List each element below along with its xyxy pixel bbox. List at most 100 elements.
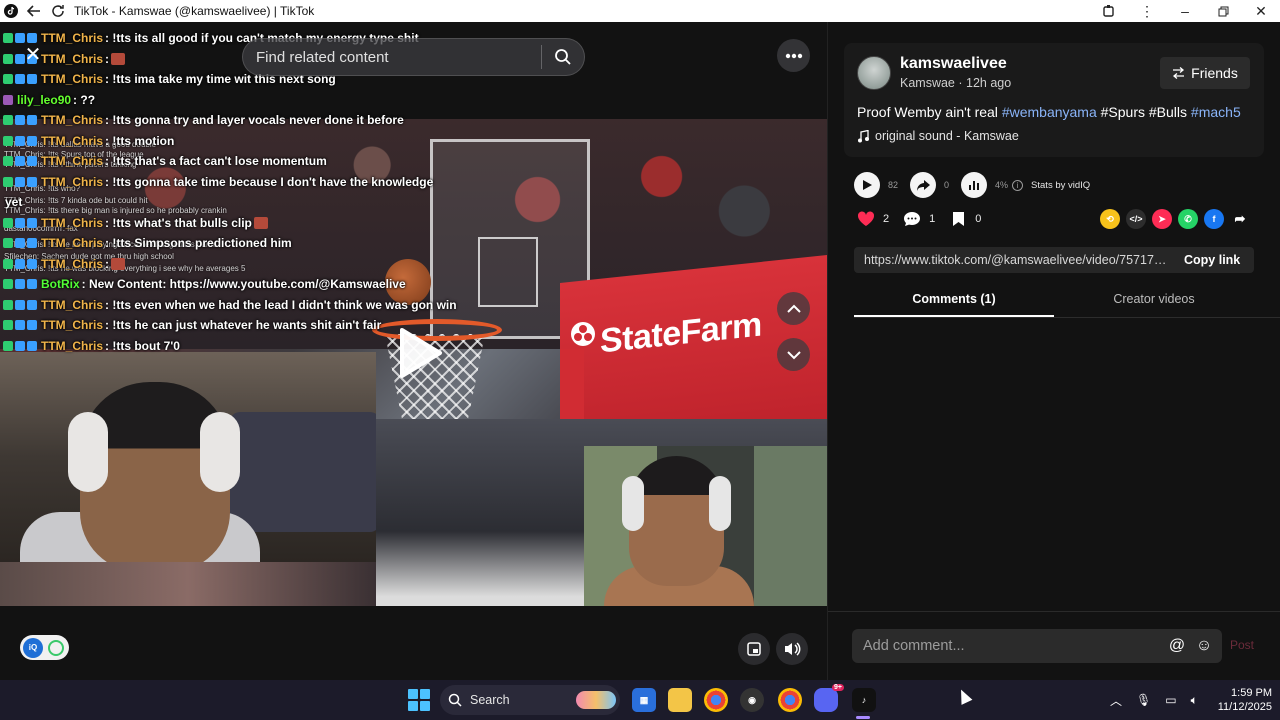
floating-player-button[interactable] [738,633,770,665]
chat-username: TTM_Chris [41,51,104,66]
engagement-rate: 4% [995,180,1009,190]
facebook-icon[interactable]: f [1204,209,1224,229]
previous-video-button[interactable] [777,292,810,325]
chat-message: TTM_Chris: !tts what's that bulls clip [0,213,470,234]
badge-icon [3,53,13,64]
play-icon[interactable] [390,324,448,382]
music-note-icon [858,129,869,142]
save-count: 0 [975,213,982,225]
chrome-profile-icon[interactable] [778,688,802,712]
menu-kebab-icon[interactable]: ⋮ [1128,0,1166,22]
chat-text: : [105,51,110,66]
badge-icon [3,74,13,85]
window-title: TikTok - Kamswae (@kamswaelivee) | TikTo… [74,4,315,18]
next-video-button[interactable] [777,338,810,371]
chat-badges [3,238,37,249]
chat-text: : !tts bout 7'0 [105,338,180,353]
extensions-icon[interactable] [1090,0,1128,22]
store-icon[interactable]: ▦ [632,688,656,712]
hashtag[interactable]: #Spurs [1101,104,1145,120]
badge-icon [15,33,25,44]
sound-link[interactable]: original sound - Kamswae [857,129,1019,143]
badge-icon [15,238,25,249]
post-button[interactable]: Post [1230,638,1254,652]
tiktok-app-icon [0,0,22,22]
vidiq-toggle[interactable]: iQ [20,635,69,660]
emoji-icon[interactable]: ☺ [1195,637,1213,655]
heart-icon[interactable] [856,209,876,229]
volume-button[interactable] [776,633,808,665]
chat-message: TTM_Chris: !tts motion [0,131,470,152]
embed-icon[interactable]: </> [1126,209,1146,229]
taskbar-clock[interactable]: 1:59 PM 11/12/2025 [1206,686,1272,714]
search-icon [448,693,462,707]
video-player[interactable]: StateFarm TTM_Chris: !tts dallas mavs a … [0,22,827,680]
speaker-icon[interactable]: 🔈︎ [1191,693,1198,708]
whatsapp-icon[interactable]: ✆ [1178,209,1198,229]
close-icon[interactable]: ✕ [22,44,44,66]
file-explorer-icon[interactable] [668,688,692,712]
chat-username: TTM_Chris [41,215,104,230]
badge-icon [3,299,13,310]
chat-username: TTM_Chris [41,133,104,148]
copy-link-button[interactable]: Copy link [1184,253,1240,267]
friends-button[interactable]: Friends [1160,57,1250,89]
badge-icon [27,74,37,85]
webcam-bottom-strip [0,562,376,606]
close-window-button[interactable]: ✕ [1242,0,1280,22]
hashtag[interactable]: #mach5 [1191,104,1241,120]
badge-icon [27,238,37,249]
badge-icon [3,279,13,290]
webcam-right [584,446,827,606]
tab-comments[interactable]: Comments (1) [854,288,1054,317]
badge-icon [3,238,13,249]
taskbar-search[interactable]: Search [440,685,620,715]
like-count: 2 [883,213,890,225]
network-icon[interactable]: ▭ [1165,693,1176,707]
tiktok-taskbar-icon[interactable]: ♪ [852,688,876,712]
meta-separator: · [954,76,966,90]
chat-message: TTM_Chris: !tts Simpsons predictioned hi… [0,233,470,254]
related-content-search[interactable]: Find related content [242,38,585,76]
search-input[interactable]: Find related content [256,49,541,66]
hashtag[interactable]: #Bulls [1149,104,1187,120]
chat-username: TTM_Chris [41,154,104,169]
microphone-icon[interactable]: 🎙︎ [1136,693,1151,707]
minimize-button[interactable]: – [1166,0,1204,22]
chrome-icon[interactable] [704,688,728,712]
restore-button[interactable] [1204,0,1242,22]
chat-badges [3,279,37,290]
bookmark-icon[interactable] [948,209,968,229]
chevron-up-icon[interactable]: ︿ [1110,692,1122,709]
repost-icon[interactable]: ⟲ [1100,209,1120,229]
info-icon[interactable]: i [1012,179,1024,191]
video-url[interactable]: https://www.tiktok.com/@kamswaelivee/vid… [864,253,1172,267]
chat-username: TTM_Chris [41,72,104,87]
clock-time: 1:59 PM [1231,687,1272,699]
obs-icon[interactable]: ◉ [740,688,764,712]
comment-input[interactable]: Add comment... @ ☺ [852,629,1222,663]
mention-icon[interactable]: @ [1168,637,1186,655]
avatar[interactable] [857,56,891,90]
back-icon[interactable] [22,0,46,22]
search-icon[interactable] [542,48,584,66]
refresh-icon[interactable] [46,0,70,22]
discord-icon[interactable]: 9+ [814,684,844,712]
vidiq-stats-row: 82 0 4% i Stats by vidIQ [854,172,1090,198]
chat-text: : [105,256,110,271]
start-icon[interactable] [408,689,430,711]
comment-icon[interactable] [902,209,922,229]
chat-badges [3,156,37,167]
chat-badges [3,94,13,105]
chat-username: TTM_Chris [41,113,104,128]
hashtag[interactable]: #wembanyama [1002,104,1097,120]
more-share-icon[interactable]: ➦ [1230,209,1250,229]
shares-count: 0 [944,180,950,190]
video-link-box: https://www.tiktok.com/@kamswaelivee/vid… [854,247,1254,273]
tab-creator-videos[interactable]: Creator videos [1054,288,1254,317]
username[interactable]: kamswaelivee [900,55,1007,73]
share-icons: ⟲ </> ➤ ✆ f ➦ [1100,209,1250,229]
send-to-friends-icon[interactable]: ➤ [1152,209,1172,229]
more-options-button[interactable] [777,39,810,72]
chat-username: TTM_Chris [41,236,104,251]
